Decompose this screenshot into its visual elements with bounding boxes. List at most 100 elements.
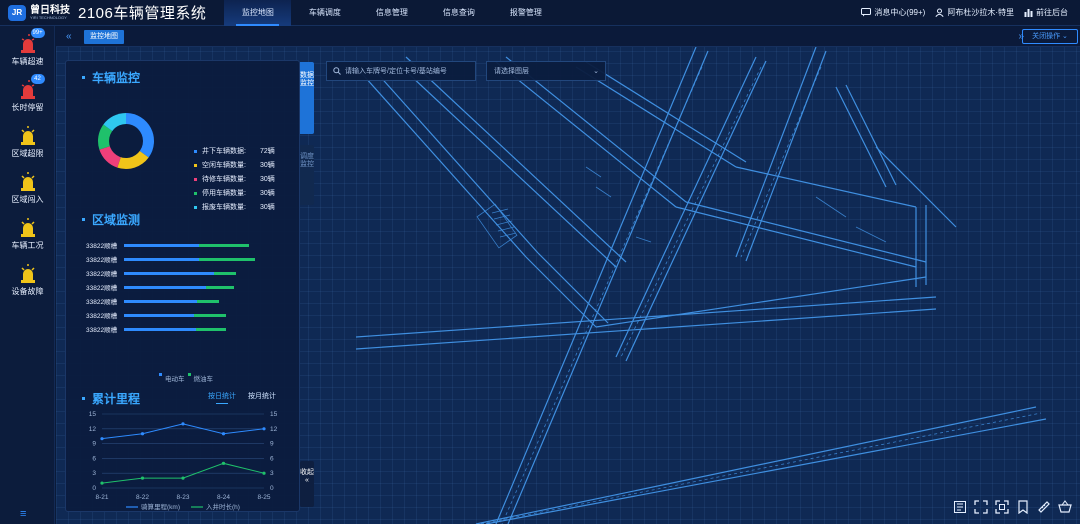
user-icon: [935, 8, 944, 17]
nav-monitor-map[interactable]: 监控地图: [224, 0, 292, 26]
electric-bar: [124, 299, 197, 303]
fuel-bar: [199, 257, 255, 261]
y-tick-left: 15: [89, 411, 97, 418]
stat-row-scrapped: 报废车辆数量: 30辆: [194, 200, 275, 214]
y-tick-right: 12: [270, 426, 278, 433]
menu-toggle-icon[interactable]: ≡: [20, 508, 26, 520]
ranging-icon[interactable]: [953, 500, 967, 514]
tab-by-month[interactable]: 按月统计: [248, 391, 276, 401]
vehicle-monitor-title: 车辆监控: [82, 69, 140, 86]
stat-label: 停用车辆数量:: [202, 190, 246, 197]
backend-link[interactable]: 前往后台: [1024, 7, 1068, 18]
region-name: 33822顺槽: [86, 327, 118, 334]
stat-value: 72辆: [260, 148, 275, 155]
sidebar-item-long-stay[interactable]: 42 长时停留: [0, 74, 55, 113]
long-stay-badge: 42: [30, 74, 45, 84]
map-canvas[interactable]: « 监控地图 » 关闭操作 ⌄ 请输入车牌号/定位卡号/基站编号 请选择图层 ⌄…: [56, 27, 1080, 524]
sidebar-item-label: 区域闯入: [11, 195, 44, 204]
tab-dispatch-monitor[interactable]: 调度监控: [300, 145, 314, 205]
sidebar-item-area-overlimit[interactable]: 区域超限: [0, 124, 55, 159]
layer-placeholder: 请选择图层: [494, 68, 529, 75]
search-placeholder: 请输入车牌号/定位卡号/基站编号: [345, 68, 447, 75]
legend-fuel: 燃油车: [193, 376, 214, 383]
x-tick: 8-25: [257, 494, 270, 501]
region-row: 33822顺槽: [86, 282, 234, 292]
message-center[interactable]: 消息中心(99+): [861, 7, 925, 18]
user-menu[interactable]: 阿布杜沙拉木·特里: [935, 7, 1014, 18]
series-line: [101, 423, 265, 440]
fullscreen-icon[interactable]: [974, 500, 988, 514]
electric-bar: [124, 243, 199, 247]
x-tick: 8-22: [136, 494, 149, 501]
region-row: 33822顺槽: [86, 254, 255, 264]
data-point: [181, 476, 185, 480]
tab-data-monitor[interactable]: 数据监控: [300, 62, 314, 134]
data-point: [140, 476, 145, 480]
map-toolbar: [946, 500, 1072, 514]
ruler-icon[interactable]: [1037, 500, 1051, 514]
alarm-light-icon: 42: [17, 74, 45, 100]
stat-row-idle: 空闲车辆数量: 30辆: [194, 158, 275, 172]
data-point: [100, 481, 104, 485]
region-monitor-title: 区域监测: [82, 211, 140, 228]
close-operations-button[interactable]: 关闭操作 ⌄: [1022, 29, 1078, 44]
collapse-left-icon[interactable]: «: [66, 31, 72, 42]
nav-alarm-management[interactable]: 报警管理: [492, 0, 559, 26]
region-row: 33822顺槽: [86, 310, 226, 320]
fuel-bar: [194, 313, 226, 317]
region-row: 33822顺槽: [86, 324, 226, 334]
region-name: 33822顺槽: [86, 313, 118, 320]
top-bar: JR 曾日科技 YIRI TECHNOLOGY 2106车辆管理系统 监控地图 …: [0, 0, 1080, 26]
region-name: 33822顺槽: [86, 285, 118, 292]
electric-bar: [124, 327, 196, 331]
data-point: [140, 432, 145, 436]
basket-icon[interactable]: [1058, 500, 1072, 514]
legend-label: 入井时长(h): [206, 502, 240, 511]
bookmark-icon[interactable]: [1016, 500, 1030, 514]
fuel-bar: [199, 243, 249, 247]
legend-electric: 电动车: [165, 376, 185, 383]
sidebar-item-area-intrusion[interactable]: 区域闯入: [0, 170, 55, 205]
region-row: 33822顺槽: [86, 296, 219, 306]
fit-view-icon[interactable]: [995, 500, 1009, 514]
message-center-label: 消息中心(99+): [874, 8, 926, 17]
logo-name: 曾日科技: [30, 4, 70, 16]
y-tick-left: 3: [92, 470, 96, 477]
mileage-title: 累计里程: [82, 390, 140, 407]
tab-monitor-map[interactable]: 监控地图: [84, 30, 124, 44]
stat-row-underground: 井下车辆数据: 72辆: [194, 144, 275, 158]
stat-label: 空闲车辆数量:: [202, 162, 246, 169]
data-point: [221, 461, 226, 465]
sidebar-item-label: 设备故障: [11, 287, 44, 296]
y-tick-right: 15: [270, 411, 278, 418]
sidebar-item-vehicle-condition[interactable]: 车辆工况: [0, 216, 55, 251]
legend-dot: [194, 191, 197, 195]
alarm-light-icon: [17, 124, 39, 146]
fuel-bar: [197, 299, 219, 303]
y-tick-left: 6: [92, 455, 96, 462]
tab-by-day[interactable]: 按日统计: [208, 391, 236, 404]
y-tick-right: 3: [270, 470, 274, 477]
nav-vehicle-dispatch[interactable]: 车辆调度: [291, 0, 358, 26]
sidebar-item-device-fault[interactable]: 设备故障: [0, 262, 55, 297]
x-tick: 8-21: [95, 494, 108, 501]
backend-label: 前往后台: [1036, 8, 1068, 17]
double-chevron-left-icon: «: [305, 477, 309, 484]
sidebar-item-label: 长时停留: [11, 103, 44, 112]
legend-dot: [194, 205, 197, 209]
region-row: 33822顺槽: [86, 240, 249, 250]
nav-info-management[interactable]: 信息管理: [358, 0, 425, 26]
layer-select[interactable]: 请选择图层 ⌄: [486, 61, 606, 81]
y-tick-left: 9: [92, 441, 96, 448]
legend-swatch-fuel: [187, 373, 191, 376]
search-input[interactable]: 请输入车牌号/定位卡号/基站编号: [326, 61, 476, 81]
legend-label: 骑算里程(km): [141, 502, 180, 511]
alarm-light-icon: [17, 170, 39, 192]
nav-info-query[interactable]: 信息查询: [425, 0, 492, 26]
collapse-panel-button[interactable]: 收起 «: [300, 461, 314, 507]
app-title: 2106车辆管理系统: [78, 5, 207, 22]
data-point: [100, 437, 104, 441]
stat-label: 待修车辆数量:: [202, 176, 246, 183]
sidebar-item-overspeed[interactable]: 99+ 车辆超速: [0, 28, 55, 67]
user-name: 阿布杜沙拉木·特里: [947, 8, 1014, 17]
